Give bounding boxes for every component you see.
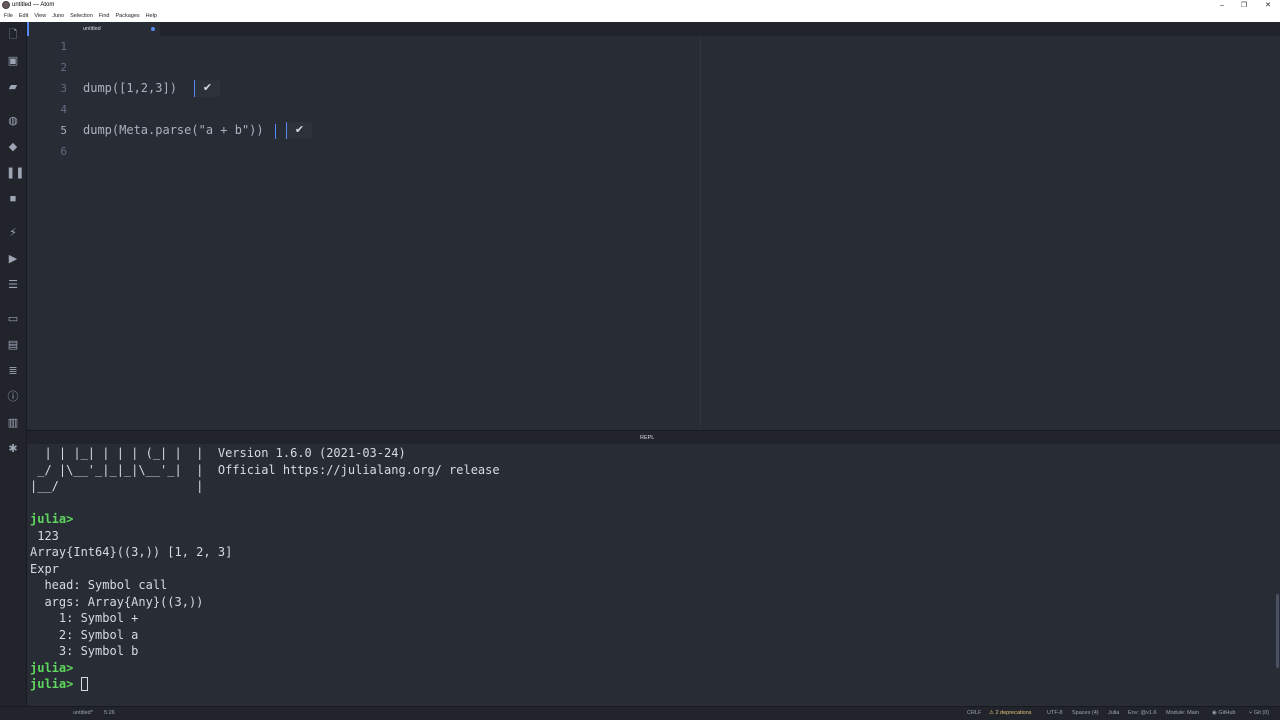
- menu-view[interactable]: View: [34, 11, 46, 22]
- github-icon: ◉: [1212, 710, 1217, 716]
- repl-pane-header[interactable]: REPL: [27, 430, 1280, 444]
- tab-bar: untitled: [27, 22, 1280, 36]
- line-number: 6: [60, 145, 67, 158]
- atom-logo-icon: [2, 1, 10, 9]
- line-number: 3: [60, 82, 67, 95]
- terminal-icon[interactable]: ▭: [6, 312, 20, 326]
- stop-icon[interactable]: ■: [6, 192, 20, 206]
- menu-bar: File Edit View Juno Selection Find Packa…: [0, 11, 1280, 22]
- repl-prompt: julia>: [30, 512, 74, 526]
- title-bar: untitled — Atom – ❐ ✕: [0, 0, 1280, 11]
- code-line-5: dump(Meta.parse("a + b")): [83, 123, 264, 137]
- repl-prompt: julia>: [30, 660, 74, 675]
- output-line: 1: Symbol +: [30, 611, 139, 625]
- close-button[interactable]: ✕: [1256, 0, 1280, 11]
- output-line: 3: Symbol b: [30, 644, 139, 658]
- inline-result-check-icon[interactable]: ✔: [194, 80, 220, 97]
- text-cursor: [275, 124, 276, 139]
- status-grammar[interactable]: Julia: [1108, 707, 1119, 720]
- menu-help[interactable]: Help: [146, 11, 157, 22]
- bug-icon[interactable]: ✱: [6, 442, 20, 456]
- repl-title: REPL: [640, 435, 655, 441]
- open-folder-icon[interactable]: ▰: [6, 80, 20, 94]
- minimize-button[interactable]: –: [1210, 0, 1234, 11]
- line-number: 4: [60, 103, 67, 116]
- menu-juno[interactable]: Juno: [52, 11, 64, 22]
- status-git[interactable]: ⑂ Git (0): [1249, 707, 1269, 720]
- juno-toolbar: 🗋 ▣ ▰ ◍ ◆ ❚❚ ■ ⚡ ▶ ☰ ▭ ▤ ≣ ⓘ ▥ ✱: [0, 22, 27, 706]
- window-title: untitled — Atom: [12, 2, 55, 8]
- banner-line: | | |_| | | | (_| | | Version 1.6.0 (202…: [30, 446, 406, 460]
- info-icon[interactable]: ⓘ: [6, 390, 20, 404]
- modified-dot-icon[interactable]: [151, 27, 155, 31]
- output-line: Expr: [30, 561, 59, 576]
- tab-title: untitled: [83, 26, 101, 32]
- status-github-label: GitHub: [1218, 710, 1236, 716]
- maximize-button[interactable]: ❐: [1232, 0, 1256, 11]
- status-encoding[interactable]: UTF-8: [1047, 707, 1063, 720]
- play-icon[interactable]: ▶: [6, 252, 20, 266]
- pause-icon[interactable]: ❚❚: [6, 166, 24, 180]
- bolt-icon[interactable]: ⚡: [6, 226, 20, 240]
- eraser-icon[interactable]: ◆: [6, 140, 20, 154]
- menu-selection[interactable]: Selection: [70, 11, 93, 22]
- line-number-active: 5: [60, 124, 67, 137]
- output-line: Array{Int64}((3,)) [1, 2, 3]: [30, 545, 233, 559]
- menu-edit[interactable]: Edit: [19, 11, 28, 22]
- globe-icon[interactable]: ◍: [6, 114, 20, 128]
- status-github[interactable]: ◉ GitHub: [1212, 707, 1235, 720]
- menu-file[interactable]: File: [4, 11, 13, 22]
- output-line: 123: [30, 528, 59, 543]
- banner-line: _/ |\__'_|_|_|\__'_| | Official https://…: [30, 462, 500, 477]
- status-file[interactable]: untitled*: [73, 707, 93, 720]
- bar-chart-icon[interactable]: ▥: [6, 416, 20, 430]
- status-cursor-position[interactable]: 5:26: [104, 707, 115, 720]
- terminal-cursor: [80, 677, 88, 691]
- tab-untitled[interactable]: untitled: [27, 22, 160, 36]
- status-bar: untitled* 5:26 CRLF ⚠ 2 deprecations UTF…: [0, 706, 1280, 720]
- text-editor[interactable]: 1 2 3 4 5 6 dump([1,2,3]) ✔ dump(Meta.pa…: [27, 36, 1280, 430]
- list-icon[interactable]: ☰: [6, 278, 20, 292]
- status-module[interactable]: Module: Main: [1166, 707, 1199, 720]
- code-line-3: dump([1,2,3]): [83, 81, 177, 95]
- menu-find[interactable]: Find: [99, 11, 110, 22]
- status-indent[interactable]: Spaces (4): [1072, 707, 1099, 720]
- status-git-label: Git (0): [1253, 710, 1270, 716]
- line-number: 2: [60, 61, 67, 74]
- menu-packages[interactable]: Packages: [115, 11, 139, 22]
- book-icon[interactable]: ▤: [6, 338, 20, 352]
- git-icon: ⑂: [1249, 710, 1253, 716]
- inline-result-check-icon[interactable]: ✔: [286, 122, 312, 139]
- save-icon[interactable]: ▣: [6, 54, 20, 68]
- banner-line: |__/ |: [30, 479, 204, 493]
- output-line: 2: Symbol a: [30, 627, 139, 642]
- repl-terminal[interactable]: | | |_| | | | (_| | | Version 1.6.0 (202…: [27, 444, 1280, 706]
- repl-scrollbar[interactable]: [1276, 594, 1279, 668]
- repl-input-line[interactable]: julia>: [30, 676, 88, 693]
- status-line-ending[interactable]: CRLF: [967, 707, 981, 720]
- bullet-list-icon[interactable]: ≣: [6, 364, 20, 378]
- output-line: head: Symbol call: [30, 578, 168, 592]
- repl-prompt: julia>: [30, 677, 74, 691]
- wrap-guide: [700, 36, 701, 430]
- new-file-icon[interactable]: 🗋: [6, 28, 20, 42]
- line-number: 1: [60, 40, 67, 53]
- status-deprecations[interactable]: ⚠ 2 deprecations: [989, 707, 1032, 720]
- output-line: args: Array{Any}((3,)): [30, 594, 204, 609]
- status-env[interactable]: Env: @v1.6: [1128, 707, 1157, 720]
